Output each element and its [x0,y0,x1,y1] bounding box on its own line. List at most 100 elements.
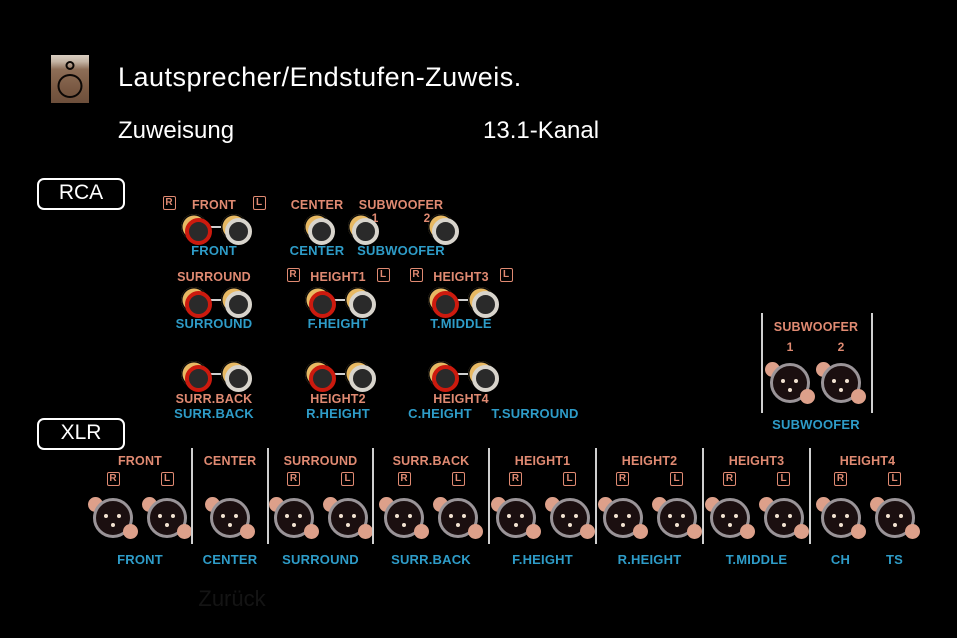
xlr-jack-surround-l[interactable] [322,496,373,540]
xlr-tab-icon [177,524,192,539]
rca-assign-label-height1: F.HEIGHT [307,316,369,331]
back-button[interactable]: Zurück [80,583,384,615]
xlr-pin-icon [794,379,798,383]
xlr-jack-height4-l[interactable] [869,496,920,540]
xlr-assign-label-height1: F.HEIGHT [512,552,573,567]
rca-jack-height3-l[interactable] [468,287,499,318]
rca-jack-center[interactable] [304,214,335,245]
xlr-pin-icon [165,523,169,527]
xlr-tab-icon [800,389,815,404]
rl-badge-l: L [252,196,266,210]
rca-jack-surr-back-l[interactable] [221,361,252,392]
xlr-pin-icon [395,514,399,518]
rca-jack-front-l[interactable] [221,214,252,245]
rca-group-label-height1: HEIGHT1 [310,270,366,284]
rl-badge-l: L [341,472,354,486]
rca-group-label-surround: SURROUND [177,270,251,284]
xlr-pin-icon [402,523,406,527]
rca-assign-label-height4-right: T.SURROUND [491,406,579,421]
xlr-jack-center[interactable] [205,496,255,540]
rca-jack-height1-l[interactable] [345,287,376,318]
rca-group-label-surr-back: SURR.BACK [175,392,253,406]
rca-jack-surround-r[interactable] [181,287,212,318]
rca-jack-height3-r[interactable] [428,287,459,318]
xlr-tab-icon [851,389,866,404]
xlr-pin-icon [234,514,238,518]
rl-badge-l: L [376,268,390,282]
xlr-pin-icon [788,388,792,392]
xlr-pin-icon [839,388,843,392]
xlr-pin-icon [838,523,843,527]
xlr-jack-height1-l[interactable] [544,496,595,540]
rl-badge-r: R [162,196,176,210]
xlr-pin-icon [338,514,343,518]
rca-jack-surround-l[interactable] [221,287,252,318]
xlr-pin-icon [573,514,578,518]
rl-badge-l: L [888,472,901,486]
xlr-pin-icon [885,514,890,518]
xlr-jack-subwoofer-1[interactable] [765,361,815,405]
xlr-sub-number-2: 2 [837,340,845,354]
xlr-jack-surr-back-r[interactable] [379,496,429,540]
rca-group-label-front: FRONT [191,198,237,212]
xlr-pin-icon [680,514,685,518]
xlr-assign-label-height4-r: CH [830,552,851,567]
xlr-jack-surround-r[interactable] [268,496,319,540]
xlr-group-label-height1: HEIGHT1 [514,454,571,468]
xlr-sub-number-1: 1 [786,340,794,354]
rca-jack-height4-l[interactable] [468,361,499,392]
rl-badge-r: R [397,472,411,486]
rca-jack-front-r[interactable] [181,214,212,245]
rl-badge-r: R [286,268,300,282]
xlr-pin-icon [351,514,356,518]
rl-badge-r: R [287,472,300,486]
xlr-pin-icon [462,514,466,518]
xlr-tab-icon [739,524,755,539]
xlr-jack-height4-r[interactable] [815,496,866,540]
xlr-pin-icon [560,514,565,518]
xlr-pin-icon [667,514,672,518]
xlr-assign-label-height2: R.HEIGHT [617,552,682,567]
xlr-pin-icon [506,514,511,518]
rca-jack-subwoofer-1[interactable] [348,214,379,245]
rca-group-label-subwoofer: SUBWOOFER [358,198,444,212]
setting-label: Zuweisung [118,117,235,144]
xlr-tab-icon [850,524,866,539]
xlr-jack-height3-r[interactable] [704,496,755,540]
xlr-pin-icon [567,523,572,527]
rca-jack-height4-r[interactable] [428,361,459,392]
rca-jack-height1-r[interactable] [305,287,336,318]
rl-badge-r: R [723,472,736,486]
rl-badge-r: R [409,268,423,282]
xlr-pin-icon [781,379,785,383]
xlr-jack-front-r[interactable] [88,496,138,540]
xlr-group-divider [809,448,811,544]
xlr-pin-icon [620,523,625,527]
rca-assign-label-height2: R.HEIGHT [306,406,370,421]
rca-jack-height2-l[interactable] [345,361,376,392]
xlr-sub-divider-right [871,313,873,413]
xlr-jack-front-l[interactable] [142,496,192,540]
xlr-pin-icon [781,523,786,527]
xlr-jack-subwoofer-2[interactable] [816,361,866,405]
xlr-jack-height2-l[interactable] [651,496,702,540]
xlr-pin-icon [892,523,897,527]
xlr-group-label-front: FRONT [117,454,163,468]
xlr-jack-height1-r[interactable] [490,496,541,540]
rl-badge-r: R [106,472,120,486]
xlr-assign-label-surr-back: SURR.BACK [391,552,471,567]
xlr-jack-height3-l[interactable] [758,496,809,540]
xlr-tab-icon [123,524,138,539]
xlr-assign-label-front: FRONT [117,552,163,567]
rca-jack-surr-back-r[interactable] [181,361,212,392]
rl-badge-r: R [616,472,629,486]
rca-jack-height2-r[interactable] [305,361,336,392]
xlr-jack-surr-back-l[interactable] [433,496,483,540]
speaker-tweeter-icon [65,61,75,70]
xlr-tab-icon [240,524,255,539]
rca-assign-label-height3: T.MIDDLE [430,316,492,331]
rca-jack-subwoofer-2[interactable] [428,214,459,245]
xlr-pin-icon [832,379,836,383]
rca-assign-label-surr-back: SURR.BACK [174,406,254,421]
xlr-jack-height2-r[interactable] [597,496,648,540]
